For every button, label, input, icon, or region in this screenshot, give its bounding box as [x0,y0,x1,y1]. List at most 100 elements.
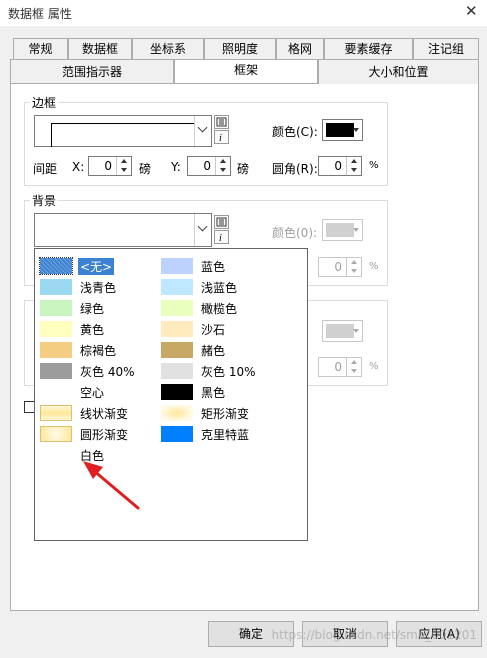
list-item-label: 浅蓝色 [201,281,238,295]
x-spacing-value: 0 [104,159,112,173]
list-item-label: 棕褐色 [80,344,117,358]
border-corner-unit: % [369,160,379,171]
background-color-label: 颜色(0): [272,226,318,240]
shadow-corner-unit: % [369,361,379,372]
border-preview [51,123,194,147]
window-title: 数据框 属性 [8,7,72,21]
background-style-combo[interactable] [34,213,212,247]
spacing-label: 间距 [33,162,58,176]
list-item[interactable]: 浅蓝色 [161,278,301,297]
background-group-label: 背景 [30,192,59,209]
list-item-label: 灰色 40% [80,365,135,379]
list-item-label: 蓝色 [201,260,226,274]
list-item[interactable]: 蓝色 [161,257,301,276]
x-unit-label: 磅 [139,162,152,176]
color-swatch [161,300,193,316]
caret-down-icon [353,228,359,232]
tab-grids[interactable]: 格网 [276,38,324,59]
color-swatch [161,363,193,379]
tab-coordinate-system[interactable]: 坐标系 [132,38,204,59]
svg-text:i: i [219,133,222,143]
list-item[interactable]: 棕褐色 [40,341,160,360]
tab-data-frame[interactable]: 数据框 [68,38,132,59]
list-item[interactable]: 空心 [40,383,160,402]
y-label: Y: [171,160,181,174]
list-item-label: 克里特蓝 [201,428,250,442]
tab-feature-cache[interactable]: 要素缓存 [324,38,413,59]
list-item-label: 沙石 [201,323,226,337]
border-group-label: 边框 [30,94,59,111]
gradient-swatch [40,426,72,442]
tab-extent-indicators[interactable]: 范围指示器 [10,59,174,84]
tab-frame[interactable]: 框架 [174,59,318,83]
border-symbol-list-icon[interactable] [214,115,229,129]
caret-down-icon [353,128,359,132]
list-item-label: 橄榄色 [201,302,238,316]
background-color-swatch [326,223,354,237]
list-item[interactable]: 克里特蓝 [161,425,301,444]
chevron-down-icon [197,122,208,133]
gradient-swatch [161,405,193,421]
border-corner-spin-buttons[interactable] [346,157,361,175]
background-combo-dropdown-button[interactable] [194,214,211,246]
color-swatch [161,258,193,274]
close-icon[interactable]: ✕ [465,2,478,20]
list-item-label: <无> [78,258,115,275]
list-item[interactable]: 浅青色 [40,278,160,297]
list-item[interactable]: 灰色 10% [161,362,301,381]
shadow-corner-spinner[interactable]: 0 [318,357,362,377]
list-item[interactable]: 圆形渐变 [40,425,160,444]
x-spacing-spinner[interactable]: 0 [88,156,132,176]
list-item-label: 浅青色 [80,281,117,295]
background-color-button[interactable] [322,219,363,241]
border-color-button[interactable] [322,119,363,141]
list-item-label: 矩形渐变 [201,407,250,421]
tab-size-and-position[interactable]: 大小和位置 [318,59,479,84]
background-symbol-list-icon[interactable] [214,215,229,229]
border-color-swatch [326,123,354,137]
color-swatch [161,321,193,337]
shadow-color-button[interactable] [322,320,363,342]
shadow-corner-spin-buttons[interactable] [346,358,361,376]
list-item[interactable]: <无> [39,257,160,276]
background-properties-icon[interactable]: i [214,230,229,244]
border-style-combo[interactable] [34,115,212,147]
list-item[interactable]: 赭色 [161,341,301,360]
color-swatch [161,384,193,400]
color-swatch [40,300,72,316]
y-spacing-spin-buttons[interactable] [215,157,230,175]
y-unit-label: 磅 [237,162,250,176]
tab-general[interactable]: 常规 [13,38,68,59]
x-label: X: [72,160,85,174]
border-corner-spinner[interactable]: 0 [318,156,362,176]
watermark-text: https://blog.csdn.net/sma_001201 [271,628,477,642]
list-item[interactable]: 矩形渐变 [161,404,301,423]
list-item[interactable]: 灰色 40% [40,362,160,381]
color-swatch [40,321,72,337]
list-item[interactable]: 黄色 [40,320,160,339]
tab-illumination[interactable]: 照明度 [204,38,276,59]
y-spacing-value: 0 [203,159,211,173]
caret-down-icon [353,329,359,333]
color-swatch [161,279,193,295]
y-spacing-spinner[interactable]: 0 [187,156,231,176]
list-item[interactable]: 橄榄色 [161,299,301,318]
color-swatch [161,342,193,358]
x-spacing-spin-buttons[interactable] [116,157,131,175]
tab-annotation-groups[interactable]: 注记组 [413,38,479,59]
list-item[interactable]: 黑色 [161,383,301,402]
background-corner-spin-buttons[interactable] [346,258,361,276]
border-combo-dropdown-button[interactable] [194,116,211,146]
list-item[interactable]: 沙石 [161,320,301,339]
shadow-corner-value: 0 [334,360,342,374]
border-properties-icon[interactable]: i [214,130,229,144]
list-item-label: 绿色 [80,302,105,316]
selected-swatch [39,257,73,275]
list-item-label: 线状渐变 [80,407,129,421]
background-corner-spinner[interactable]: 0 [318,257,362,277]
color-swatch [161,426,193,442]
border-corner-value: 0 [334,159,342,173]
svg-text:i: i [219,233,222,243]
list-item[interactable]: 线状渐变 [40,404,160,423]
list-item[interactable]: 绿色 [40,299,160,318]
